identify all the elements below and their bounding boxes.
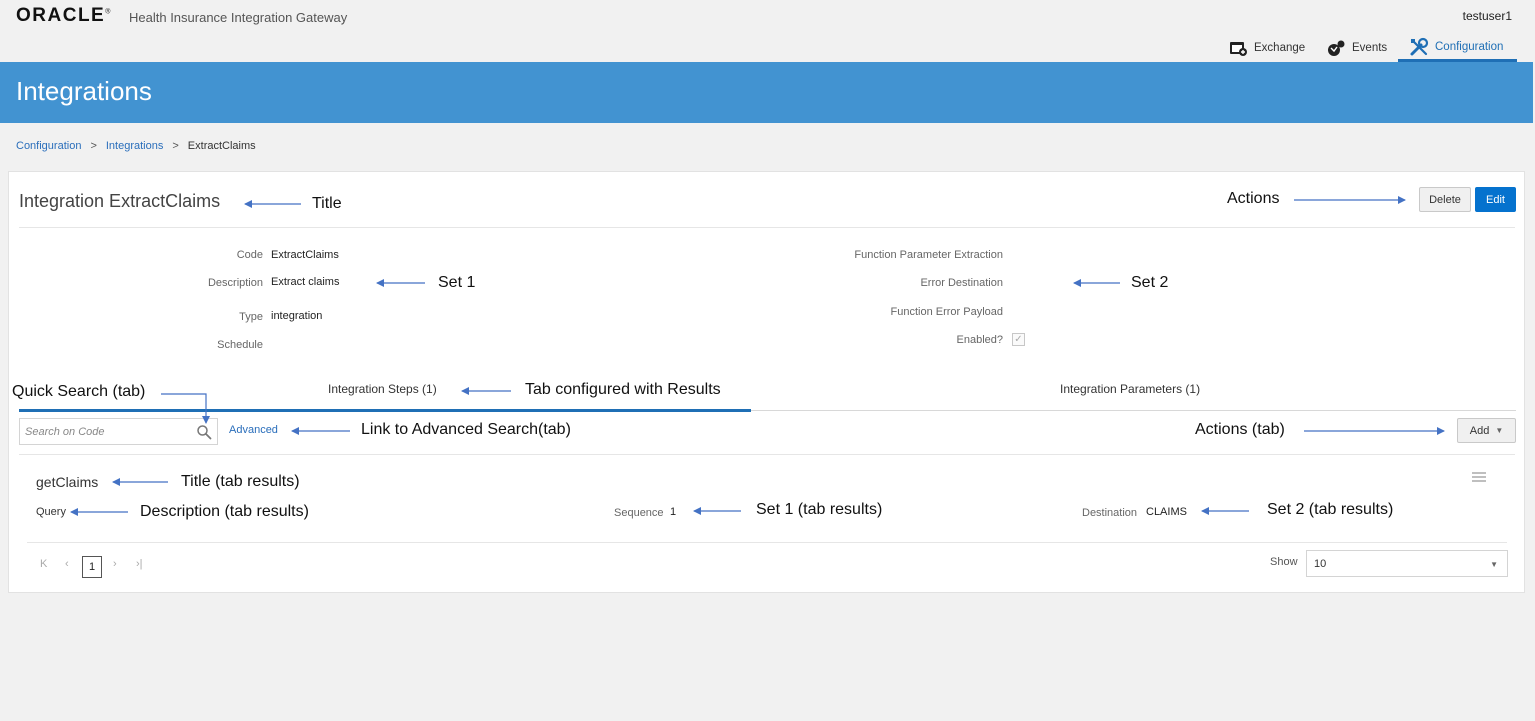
- result-description: Query: [36, 506, 66, 518]
- result-title[interactable]: getClaims: [36, 474, 98, 490]
- advanced-search-link[interactable]: Advanced: [229, 424, 278, 436]
- page-banner: Integrations: [0, 62, 1533, 123]
- divider: [19, 454, 1515, 455]
- nav-exchange[interactable]: Exchange: [1228, 34, 1305, 62]
- tab-integration-steps[interactable]: Integration Steps (1): [328, 382, 437, 396]
- user-name[interactable]: testuser1: [1463, 9, 1512, 23]
- breadcrumb-integrations[interactable]: Integrations: [106, 140, 163, 152]
- field-label-function-parameter-extraction: Function Parameter Extraction: [854, 249, 1003, 261]
- search-icon[interactable]: [196, 424, 212, 440]
- product-name: Health Insurance Integration Gateway: [129, 10, 348, 25]
- annotation-title: Title: [312, 195, 342, 212]
- annotation-title-results: Title (tab results): [181, 473, 300, 490]
- breadcrumb-current: ExtractClaims: [187, 140, 256, 152]
- page-size-select[interactable]: 10 ▼: [1306, 550, 1508, 577]
- field-label-error-destination: Error Destination: [920, 277, 1003, 289]
- nav-configuration[interactable]: Configuration: [1398, 34, 1517, 62]
- annotation-set2-results: Set 2 (tab results): [1267, 501, 1394, 518]
- hamburger-menu-icon[interactable]: [1472, 472, 1486, 482]
- delete-button[interactable]: Delete: [1419, 187, 1471, 212]
- field-value-type: integration: [271, 310, 323, 322]
- annotation-set2: Set 2: [1131, 274, 1169, 291]
- annotation-actions: Actions: [1227, 190, 1280, 207]
- result-label-destination: Destination: [1082, 507, 1138, 519]
- field-value-description: Extract claims: [271, 276, 340, 288]
- integration-detail-card: Integration ExtractClaims Delete Edit Co…: [8, 171, 1525, 593]
- show-label: Show: [1270, 556, 1298, 568]
- top-bar: ORACLE® Health Insurance Integration Gat…: [0, 0, 1535, 62]
- quick-search: [19, 418, 218, 445]
- first-page-button[interactable]: K: [40, 558, 47, 570]
- oracle-logo: ORACLE®: [16, 5, 111, 26]
- nav-events[interactable]: Events: [1326, 34, 1387, 62]
- divider: [27, 542, 1507, 543]
- field-label-function-error-payload: Function Error Payload: [890, 306, 1004, 318]
- chevron-down-icon: ▼: [1495, 426, 1504, 435]
- field-label-code: Code: [236, 249, 263, 261]
- edit-button[interactable]: Edit: [1475, 187, 1516, 212]
- events-icon: [1328, 40, 1345, 56]
- result-label-sequence: Sequence: [614, 507, 664, 519]
- prev-page-button[interactable]: ‹: [65, 558, 69, 570]
- annotation-set1: Set 1: [438, 274, 476, 291]
- breadcrumb: Configuration > Integrations > ExtractClaims: [16, 140, 256, 152]
- next-page-button[interactable]: ›: [113, 558, 117, 570]
- annotation-tab-configured: Tab configured with Results: [525, 381, 721, 398]
- tab-integration-parameters[interactable]: Integration Parameters (1): [1060, 382, 1200, 396]
- configuration-icon: [1410, 37, 1429, 55]
- result-value-sequence: 1: [670, 506, 677, 518]
- field-label-type: Type: [239, 311, 263, 323]
- result-value-destination: CLAIMS: [1146, 506, 1187, 518]
- breadcrumb-separator: >: [90, 140, 97, 152]
- exchange-icon: [1230, 42, 1247, 56]
- field-label-enabled: Enabled?: [956, 334, 1004, 346]
- current-page[interactable]: 1: [82, 556, 102, 578]
- last-page-button[interactable]: ›|: [136, 558, 143, 570]
- page-title: Integration ExtractClaims: [19, 191, 221, 211]
- field-label-schedule: Schedule: [217, 339, 263, 351]
- field-label-description: Description: [207, 277, 263, 289]
- add-button[interactable]: Add ▼: [1457, 418, 1516, 443]
- annotation-quick-search: Quick Search (tab): [12, 383, 146, 400]
- enabled-checkbox[interactable]: ✓: [1012, 333, 1025, 346]
- annotation-set1-results: Set 1 (tab results): [756, 501, 883, 518]
- tab-divider: [751, 410, 1516, 411]
- annotation-description-results: Description (tab results): [140, 503, 309, 520]
- field-value-code: ExtractClaims: [271, 249, 339, 261]
- breadcrumb-separator: >: [172, 140, 179, 152]
- search-input[interactable]: [20, 419, 190, 444]
- annotation-actions-tab: Actions (tab): [1195, 421, 1285, 438]
- banner-title: Integrations: [16, 76, 152, 106]
- active-tab-indicator: [19, 409, 751, 412]
- divider: [19, 227, 1515, 228]
- annotation-advanced-link: Link to Advanced Search(tab): [361, 421, 571, 438]
- chevron-down-icon: ▼: [1490, 560, 1498, 569]
- breadcrumb-configuration[interactable]: Configuration: [16, 140, 81, 152]
